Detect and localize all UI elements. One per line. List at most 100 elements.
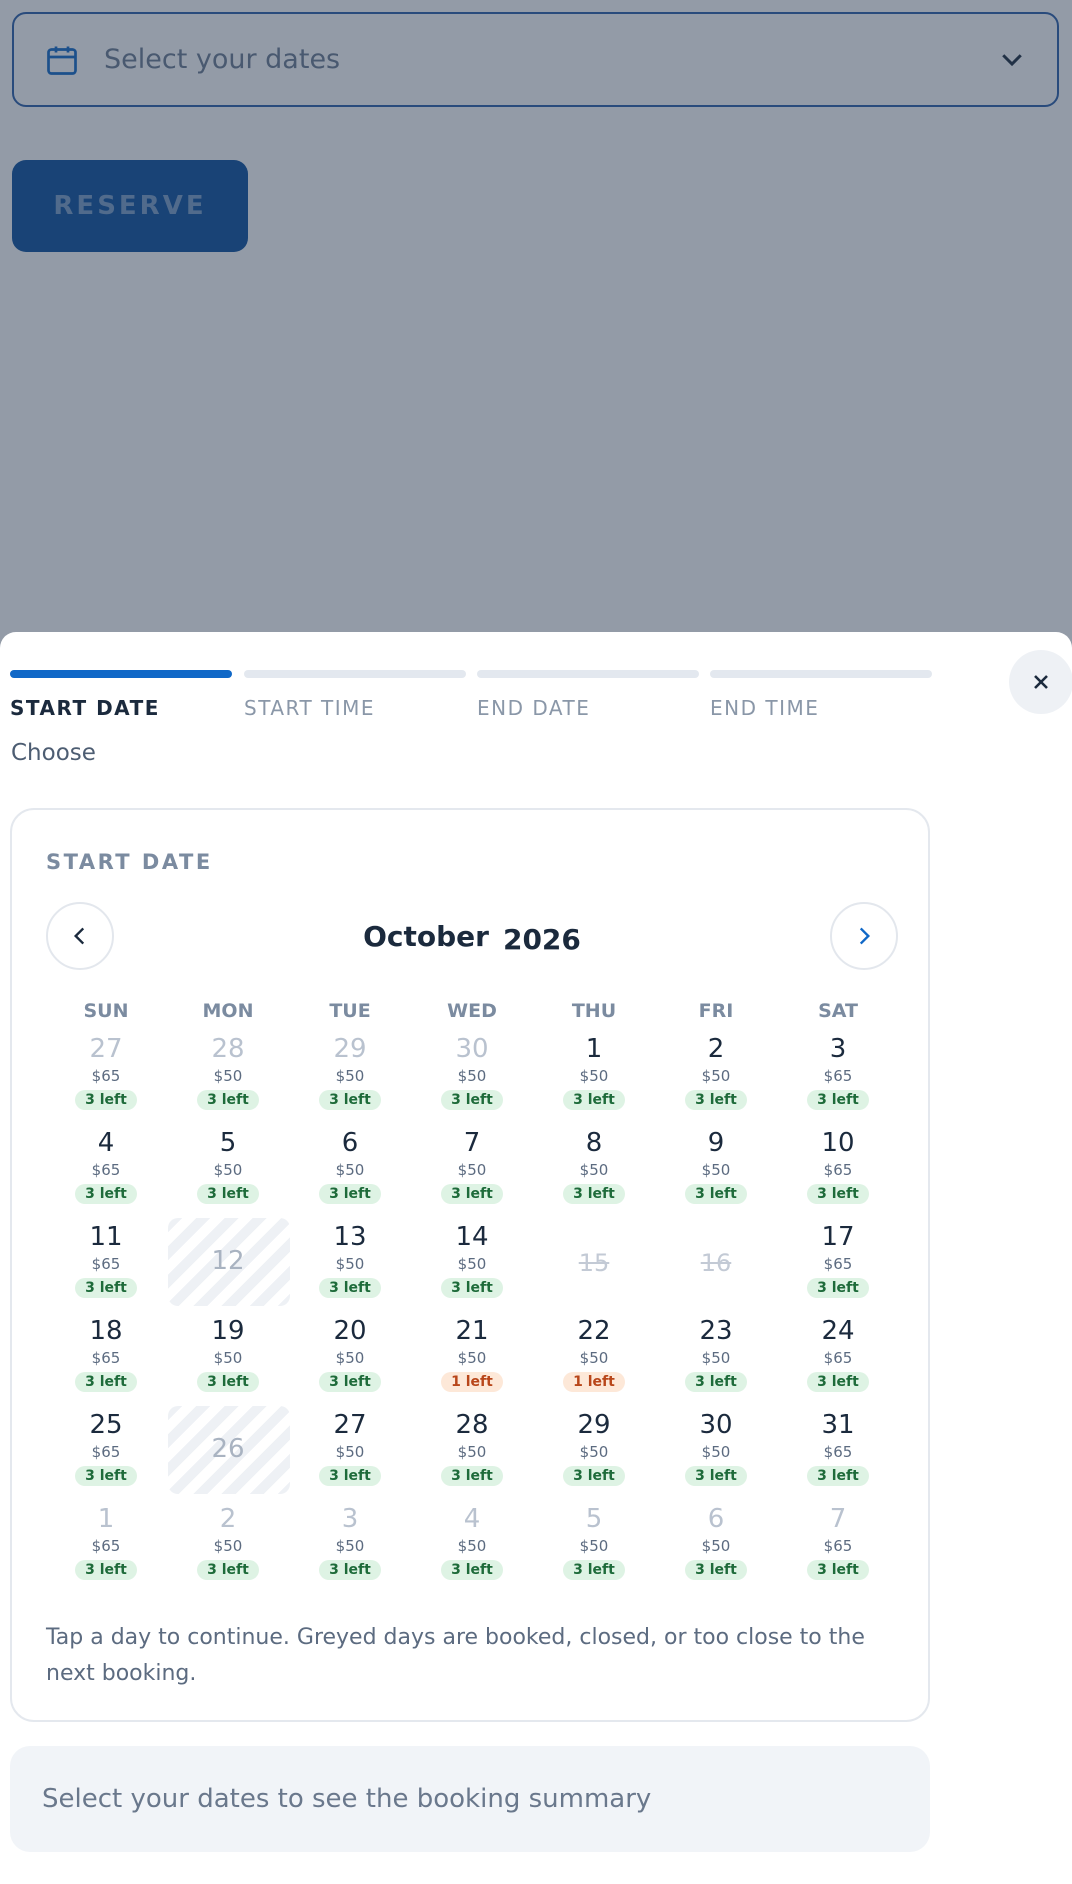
availability-badge: 3 left — [807, 1560, 869, 1580]
day-cell: 15 — [534, 1218, 654, 1308]
day-number: 6 — [341, 1128, 359, 1158]
day-cell[interactable]: 13 $50 3 left — [290, 1218, 410, 1308]
day-cell[interactable]: 21 $50 1 left — [412, 1312, 532, 1402]
step-end-date: END DATE — [477, 670, 699, 720]
day-cell[interactable]: 14 $50 3 left — [412, 1218, 532, 1308]
day-number: 4 — [97, 1128, 115, 1158]
day-cell[interactable]: 7 $50 3 left — [412, 1124, 532, 1214]
day-cell: 16 — [656, 1218, 776, 1308]
availability-badge: 3 left — [441, 1278, 503, 1298]
availability-badge: 3 left — [563, 1184, 625, 1204]
day-cell[interactable]: 6 $50 3 left — [290, 1124, 410, 1214]
day-cell[interactable]: 30 $50 3 left — [656, 1406, 776, 1496]
availability-badge: 3 left — [319, 1372, 381, 1392]
step-bar — [244, 670, 466, 678]
day-cell[interactable]: 2 $50 3 left — [656, 1030, 776, 1120]
day-cell[interactable]: 10 $65 3 left — [778, 1124, 898, 1214]
day-number: 3 — [829, 1034, 847, 1064]
day-number: 14 — [455, 1222, 489, 1252]
day-price: $50 — [579, 1067, 609, 1085]
day-number: 5 — [219, 1128, 237, 1158]
day-price: $65 — [823, 1537, 853, 1555]
day-price: $50 — [335, 1349, 365, 1367]
availability-badge: 3 left — [685, 1560, 747, 1580]
day-number: 29 — [577, 1410, 611, 1440]
day-cell[interactable]: 22 $50 1 left — [534, 1312, 654, 1402]
day-cell[interactable]: 28 $50 3 left — [412, 1406, 532, 1496]
availability-badge: 3 left — [441, 1560, 503, 1580]
day-number: 2 — [219, 1504, 237, 1534]
day-cell: 2 $50 3 left — [168, 1500, 288, 1590]
day-price: $50 — [701, 1443, 731, 1461]
step-label: START DATE — [10, 696, 160, 720]
step-bar — [10, 670, 232, 678]
day-cell[interactable]: 8 $50 3 left — [534, 1124, 654, 1214]
day-number: 7 — [463, 1128, 481, 1158]
day-cell[interactable]: 17 $65 3 left — [778, 1218, 898, 1308]
day-price: $65 — [823, 1443, 853, 1461]
weekday-header: TUE — [329, 1000, 371, 1022]
day-number: 19 — [211, 1316, 245, 1346]
day-cell: 28 $50 3 left — [168, 1030, 288, 1120]
step-label: START TIME — [244, 696, 376, 720]
day-price: $50 — [457, 1537, 487, 1555]
day-price: $50 — [701, 1161, 731, 1179]
day-price: $50 — [335, 1161, 365, 1179]
day-cell[interactable]: 23 $50 3 left — [656, 1312, 776, 1402]
day-cell[interactable]: 3 $65 3 left — [778, 1030, 898, 1120]
availability-badge: 3 left — [197, 1372, 259, 1392]
day-price: $65 — [91, 1537, 121, 1555]
weekday-header: WED — [447, 1000, 497, 1022]
day-cell[interactable]: 1 $50 3 left — [534, 1030, 654, 1120]
step-label: END TIME — [710, 696, 820, 720]
day-price: $50 — [213, 1349, 243, 1367]
booking-summary-placeholder: Select your dates to see the booking sum… — [10, 1746, 930, 1852]
availability-badge: 3 left — [441, 1184, 503, 1204]
day-cell[interactable]: 20 $50 3 left — [290, 1312, 410, 1402]
day-number: 1 — [97, 1504, 115, 1534]
availability-badge: 3 left — [197, 1184, 259, 1204]
day-cell[interactable]: 31 $65 3 left — [778, 1406, 898, 1496]
day-price: $65 — [823, 1349, 853, 1367]
availability-badge: 3 left — [807, 1090, 869, 1110]
day-cell[interactable]: 4 $65 3 left — [46, 1124, 166, 1214]
next-month-button[interactable] — [830, 902, 898, 970]
day-price: $50 — [579, 1349, 609, 1367]
day-price: $50 — [213, 1161, 243, 1179]
day-cell[interactable]: 9 $50 3 left — [656, 1124, 776, 1214]
day-cell[interactable]: 5 $50 3 left — [168, 1124, 288, 1214]
day-cell[interactable]: 18 $65 3 left — [46, 1312, 166, 1402]
close-button[interactable] — [1009, 650, 1072, 714]
availability-badge: 3 left — [563, 1466, 625, 1486]
day-cell: 5 $50 3 left — [534, 1500, 654, 1590]
day-cell[interactable]: 11 $65 3 left — [46, 1218, 166, 1308]
day-cell: 26 — [168, 1406, 290, 1496]
availability-badge: 3 left — [685, 1090, 747, 1110]
availability-badge: 1 left — [441, 1372, 503, 1392]
availability-badge: 3 left — [807, 1466, 869, 1486]
day-number: 30 — [455, 1034, 489, 1064]
day-cell[interactable]: 27 $50 3 left — [290, 1406, 410, 1496]
availability-badge: 3 left — [319, 1184, 381, 1204]
day-cell: 3 $50 3 left — [290, 1500, 410, 1590]
day-price: $50 — [335, 1255, 365, 1273]
calendar-hint: Tap a day to continue. Greyed days are b… — [46, 1625, 865, 1686]
step-bar — [477, 670, 699, 678]
availability-badge: 3 left — [441, 1466, 503, 1486]
day-price: $50 — [213, 1067, 243, 1085]
day-number: 4 — [463, 1504, 481, 1534]
chevron-right-icon — [859, 927, 871, 945]
day-cell[interactable]: 25 $65 3 left — [46, 1406, 166, 1496]
availability-badge: 3 left — [75, 1278, 137, 1298]
availability-badge: 3 left — [807, 1278, 869, 1298]
day-cell[interactable]: 29 $50 3 left — [534, 1406, 654, 1496]
day-number: 1 — [585, 1034, 603, 1064]
day-price: $65 — [91, 1255, 121, 1273]
day-number: 3 — [341, 1504, 359, 1534]
availability-badge: 3 left — [563, 1560, 625, 1580]
day-cell[interactable]: 19 $50 3 left — [168, 1312, 288, 1402]
day-price: $50 — [335, 1537, 365, 1555]
day-cell[interactable]: 24 $65 3 left — [778, 1312, 898, 1402]
day-price: $65 — [823, 1161, 853, 1179]
day-number: 2 — [707, 1034, 725, 1064]
